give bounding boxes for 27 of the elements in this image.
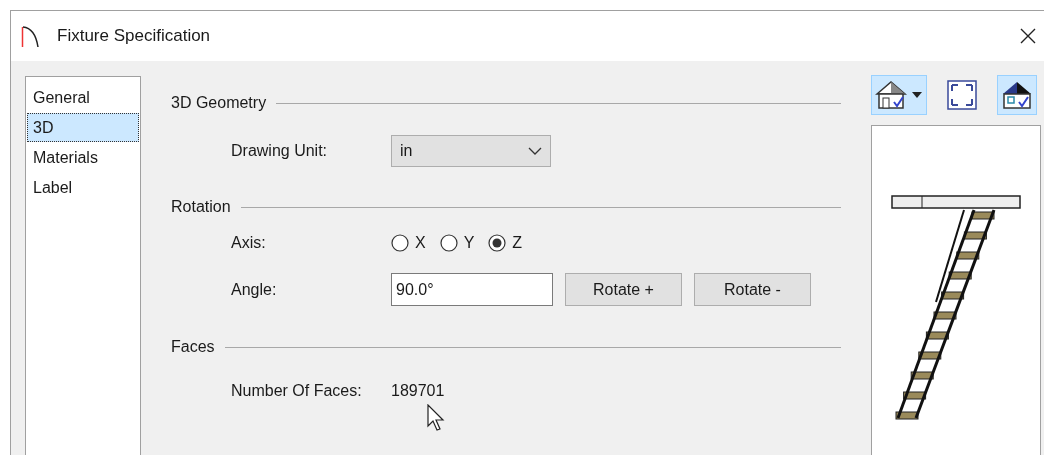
section-title: Faces xyxy=(171,338,215,356)
view-toolbar-button[interactable] xyxy=(871,75,927,115)
field-label: Number Of Faces: xyxy=(231,382,363,400)
arch-icon xyxy=(21,25,39,47)
field-label: Angle: xyxy=(231,280,278,299)
sidebar-item[interactable]: 3D xyxy=(27,113,139,142)
house-check-icon xyxy=(1001,80,1033,110)
cursor-icon xyxy=(427,404,447,432)
sidebar-item[interactable]: Materials xyxy=(27,143,139,172)
section-title: Rotation xyxy=(171,198,231,216)
caret-icon xyxy=(911,91,923,99)
view-toolbar-button[interactable] xyxy=(997,75,1037,115)
sidebar-item[interactable]: Label xyxy=(27,173,139,202)
field-label: Drawing Unit: xyxy=(231,142,329,160)
face-count: 189701 xyxy=(391,382,445,400)
close-button[interactable] xyxy=(1018,26,1038,46)
rotate-button[interactable]: Rotate + xyxy=(565,273,682,306)
window-title: Fixture Specification xyxy=(57,26,211,46)
fit-view-icon xyxy=(947,80,977,110)
sidebar-item[interactable]: General xyxy=(27,83,139,112)
rotate-button[interactable]: Rotate - xyxy=(694,273,811,306)
field-label: Axis: xyxy=(231,234,267,252)
unit-dropdown[interactable]: in xyxy=(391,135,551,167)
angle-field[interactable]: 90.0° xyxy=(391,273,553,306)
chevron-down-icon xyxy=(528,147,542,155)
section-title: 3D Geometry xyxy=(171,94,267,112)
house-check-icon xyxy=(875,80,909,110)
